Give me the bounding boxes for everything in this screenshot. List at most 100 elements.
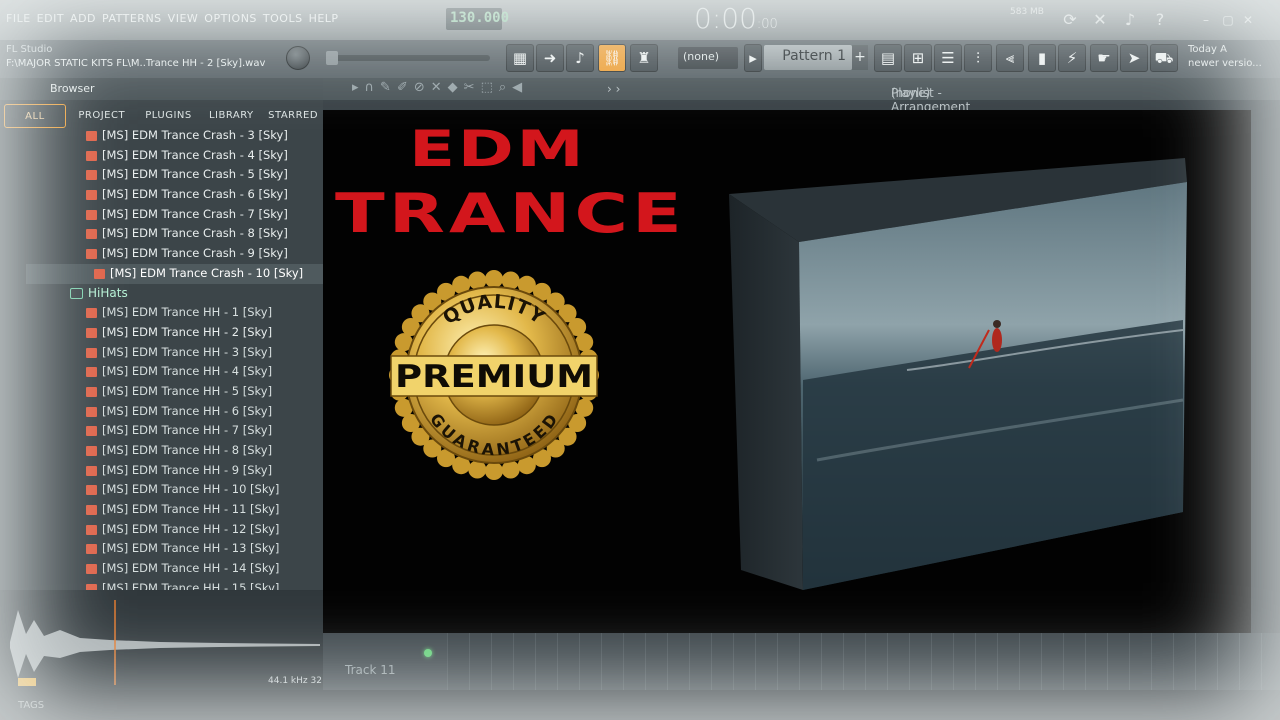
- list-item[interactable]: [MS] EDM Trance HH - 13 [Sky]: [26, 539, 323, 559]
- magnet-icon[interactable]: ∩: [365, 80, 375, 95]
- plugin-icon[interactable]: ⚡: [1058, 44, 1086, 72]
- list-item[interactable]: [MS] EDM Trance HH - 8 [Sky]: [26, 441, 323, 461]
- list-item[interactable]: [MS] EDM Trance HH - 1 [Sky]: [26, 303, 323, 323]
- arrow-right-button[interactable]: ➜: [536, 44, 564, 72]
- audio-file-icon: [86, 229, 97, 240]
- tab-project[interactable]: PROJECT: [66, 104, 138, 128]
- list-item[interactable]: [MS] EDM Trance Crash - 4 [Sky]: [26, 146, 323, 166]
- cover-title-line1: EDM: [409, 120, 587, 178]
- list-item[interactable]: [MS] EDM Trance HH - 3 [Sky]: [26, 343, 323, 363]
- cart-icon[interactable]: ⛟: [1150, 44, 1178, 72]
- master-volume-knob[interactable]: [286, 46, 310, 70]
- list-item[interactable]: [MS] EDM Trance HH - 5 [Sky]: [26, 382, 323, 402]
- tab-starred[interactable]: STARRED: [263, 104, 323, 128]
- delete-icon[interactable]: ⊘: [414, 80, 425, 95]
- folder-hihats[interactable]: HiHats: [26, 284, 323, 304]
- tab-library[interactable]: LIBRARY: [199, 104, 263, 128]
- list-item[interactable]: [MS] EDM Trance HH - 11 [Sky]: [26, 500, 323, 520]
- product-box-artwork: [729, 158, 1187, 590]
- play-icon[interactable]: ▸: [352, 80, 359, 95]
- list-item[interactable]: [MS] EDM Trance Crash - 5 [Sky]: [26, 165, 323, 185]
- folder-icon: [70, 287, 83, 299]
- channel-rack-icon[interactable]: ☰: [934, 44, 962, 72]
- list-item[interactable]: [MS] EDM Trance Crash - 6 [Sky]: [26, 185, 323, 205]
- help-icon[interactable]: ?: [1150, 10, 1170, 30]
- maximize-icon[interactable]: ▢: [1218, 10, 1238, 30]
- audio-file-icon: [86, 505, 97, 516]
- mixer-icon[interactable]: ⫶: [964, 44, 992, 72]
- minimize-icon[interactable]: –: [1196, 10, 1216, 30]
- list-item[interactable]: [MS] EDM Trance HH - 7 [Sky]: [26, 421, 323, 441]
- plugin-picker-icon[interactable]: ⫷: [996, 44, 1024, 72]
- menu-edit[interactable]: EDIT: [37, 12, 64, 25]
- step-edit-button[interactable]: ♪: [566, 44, 594, 72]
- slice-icon[interactable]: ✂: [464, 80, 475, 95]
- seal-tooth: [485, 270, 503, 288]
- tab-all[interactable]: ALL: [4, 104, 66, 128]
- link-icon[interactable]: ⛓: [598, 44, 626, 72]
- list-item[interactable]: [MS] EDM Trance Crash - 9 [Sky]: [26, 244, 323, 264]
- play-pattern-icon[interactable]: ▸: [744, 44, 762, 72]
- tempo-display[interactable]: 130.000: [446, 8, 509, 30]
- metronome-icon[interactable]: ♜: [630, 44, 658, 72]
- browser-tree: [MS] EDM Trance Crash - 3 [Sky] [MS] EDM …: [26, 126, 323, 599]
- menu-file[interactable]: FILE: [6, 12, 31, 25]
- menu-tools[interactable]: TOOLS: [263, 12, 303, 25]
- speaker-icon[interactable]: ◀: [512, 80, 522, 95]
- touch-controller-icon[interactable]: ☛: [1090, 44, 1118, 72]
- list-item-label: [MS] EDM Trance HH - 3 [Sky]: [102, 344, 273, 359]
- tags-label: TAGS: [18, 700, 45, 711]
- piano-roll-icon[interactable]: ⊞: [904, 44, 932, 72]
- tab-plugins[interactable]: PLUGINS: [138, 104, 200, 128]
- refresh-icon[interactable]: ⟳: [1060, 10, 1080, 30]
- mute-icon[interactable]: ✕: [431, 80, 442, 95]
- menu-add[interactable]: ADD: [70, 12, 96, 25]
- list-item[interactable]: [MS] EDM Trance HH - 12 [Sky]: [26, 520, 323, 540]
- list-item[interactable]: [MS] EDM Trance HH - 6 [Sky]: [26, 402, 323, 422]
- select-icon[interactable]: ⬚: [481, 80, 493, 95]
- typing-keyboard-button[interactable]: ▦: [506, 44, 534, 72]
- list-item[interactable]: [MS] EDM Trance HH - 2 [Sky]: [26, 323, 323, 343]
- list-item-label: [MS] EDM Trance HH - 5 [Sky]: [102, 383, 273, 398]
- playlist-track-area[interactable]: Track 11: [323, 633, 1280, 690]
- list-item[interactable]: [MS] EDM Trance HH - 4 [Sky]: [26, 362, 323, 382]
- browser-icon[interactable]: ▮: [1028, 44, 1056, 72]
- audio-file-icon: [86, 544, 97, 555]
- zoom-icon[interactable]: ⌕: [499, 80, 506, 95]
- menu-options[interactable]: OPTIONS: [204, 12, 257, 25]
- news-panel[interactable]: Today Anewer versio...: [1188, 43, 1262, 71]
- master-pitch-slider[interactable]: [326, 51, 490, 65]
- menu-help[interactable]: HELP: [309, 12, 339, 25]
- audio-file-icon: [86, 386, 97, 397]
- browser-panel: Browser ALL PROJECT PLUGINS LIBRARY STAR…: [0, 78, 323, 595]
- microphone-icon[interactable]: ♪: [1120, 10, 1140, 30]
- waveform-preview[interactable]: 44.1 kHz 32: [0, 590, 323, 690]
- slip-icon[interactable]: ◆: [448, 80, 458, 95]
- wrench-icon[interactable]: ✕: [1090, 10, 1110, 30]
- send-icon[interactable]: ➤: [1120, 44, 1148, 72]
- pencil-icon[interactable]: ✎: [380, 80, 391, 95]
- list-item[interactable]: [MS] EDM Trance HH - 9 [Sky]: [26, 461, 323, 481]
- brush-icon[interactable]: ✐: [397, 80, 408, 95]
- list-item-selected[interactable]: [MS] EDM Trance Crash - 10 [Sky]: [26, 263, 323, 284]
- close-icon[interactable]: ✕: [1238, 10, 1258, 30]
- pattern-selector[interactable]: (none): [678, 47, 738, 69]
- list-item[interactable]: [MS] EDM Trance HH - 10 [Sky]: [26, 480, 323, 500]
- menu-patterns[interactable]: PATTERNS: [102, 12, 162, 25]
- list-item[interactable]: [MS] EDM Trance Crash - 3 [Sky]: [26, 126, 323, 146]
- track-led[interactable]: [424, 649, 432, 657]
- track-grid[interactable]: [447, 633, 1280, 690]
- slider-handle[interactable]: [326, 51, 338, 65]
- list-item[interactable]: [MS] EDM Trance HH - 14 [Sky]: [26, 559, 323, 579]
- pattern-name-box[interactable]: Pattern 1: [764, 45, 852, 70]
- list-item[interactable]: [MS] EDM Trance Crash - 8 [Sky]: [26, 224, 323, 244]
- list-item-label: [MS] EDM Trance HH - 12 [Sky]: [102, 521, 280, 536]
- menu-view[interactable]: VIEW: [168, 12, 199, 25]
- box-side-face: [729, 194, 803, 590]
- track-name[interactable]: Track 11: [345, 663, 395, 677]
- promo-cover: EDM TRANCE QUALITY GUARANTEED PREMIUM: [323, 110, 1251, 633]
- add-pattern-button[interactable]: +: [852, 45, 868, 70]
- news-value: A: [1220, 44, 1227, 55]
- list-item[interactable]: [MS] EDM Trance Crash - 7 [Sky]: [26, 205, 323, 225]
- playlist-icon[interactable]: ▤: [874, 44, 902, 72]
